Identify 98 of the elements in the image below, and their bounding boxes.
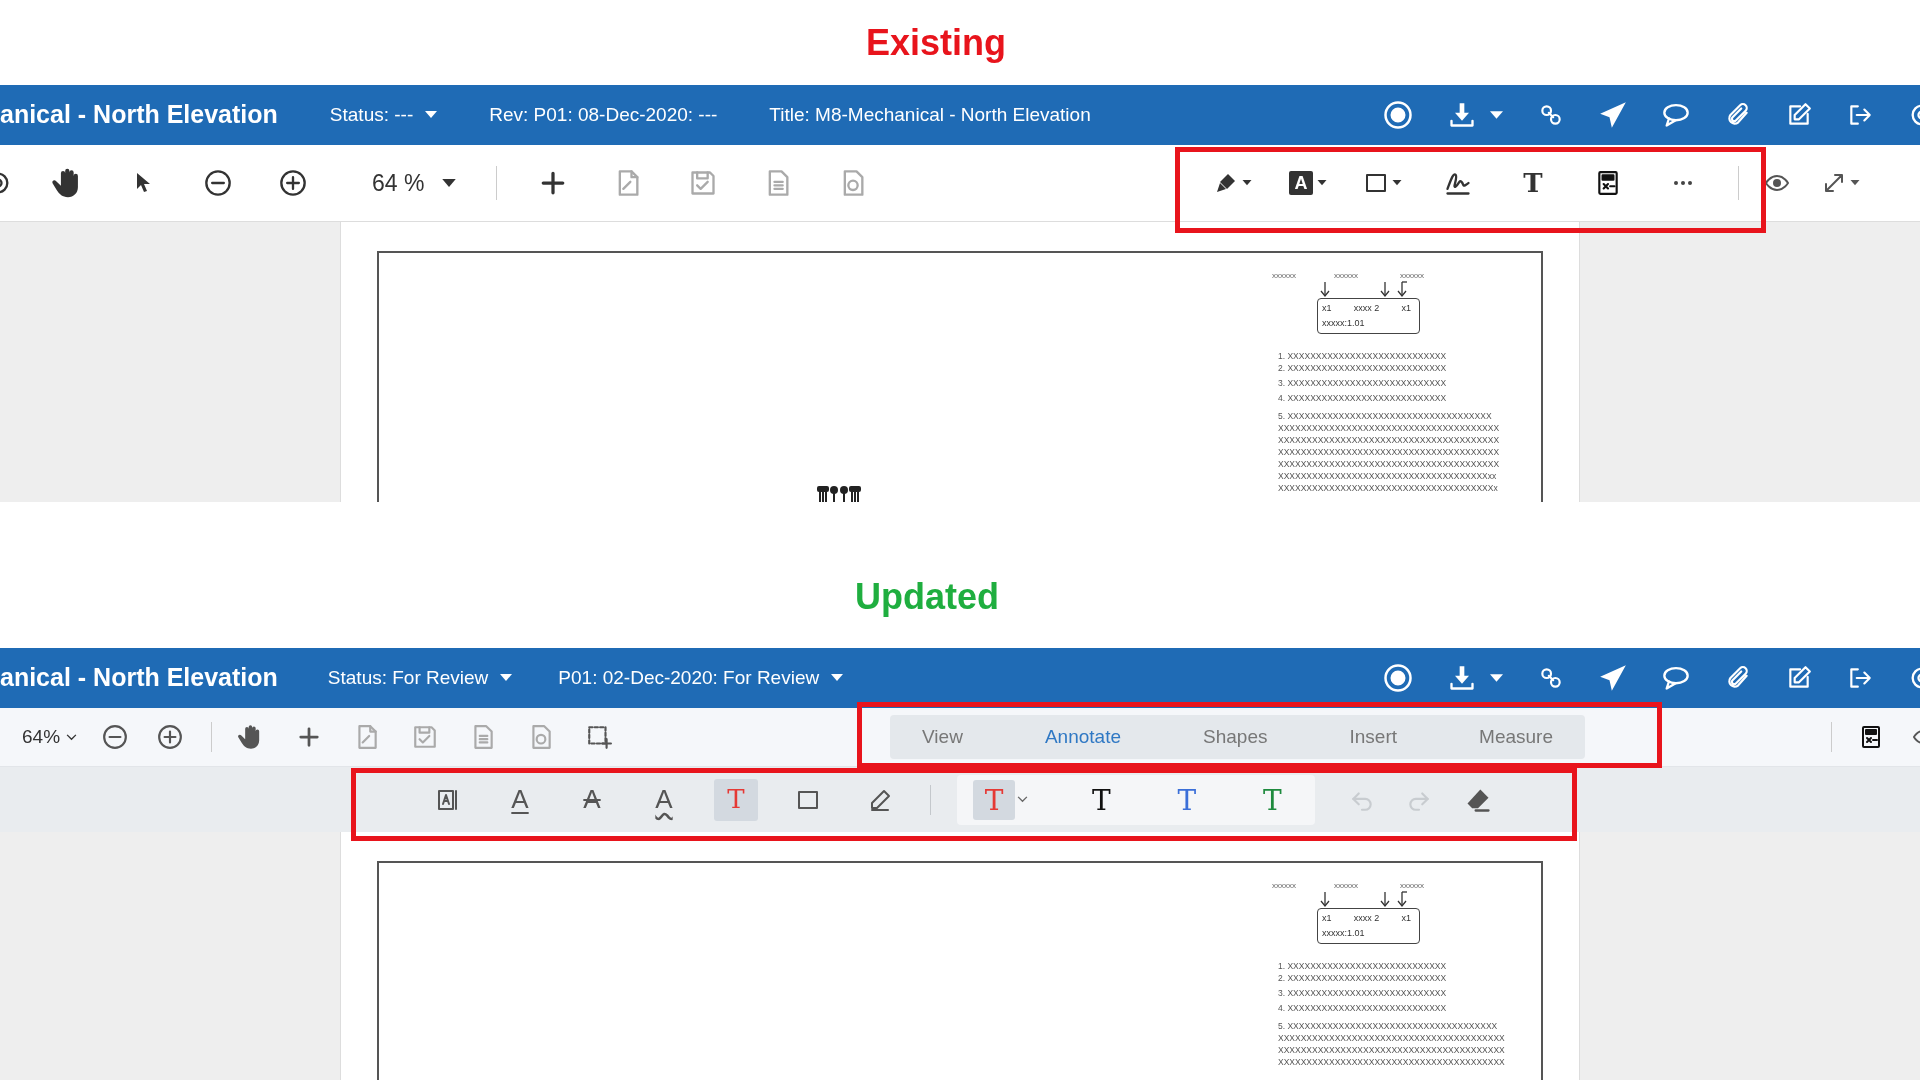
record-icon[interactable] bbox=[1383, 663, 1413, 693]
link-icon[interactable] bbox=[1538, 665, 1564, 691]
caret-icon[interactable] bbox=[1391, 180, 1402, 186]
box-cell-text: x1 bbox=[1401, 912, 1411, 925]
shape-button[interactable] bbox=[1363, 171, 1402, 195]
drawing-note: 5. XXXXXXXXXXXXXXXXXXXXXXXXXXXXXXXXXXXX XXXXXXXXXXXXXXXXXXXXXXXXXXXXXXXXXXXXXXX XXXXXXXXXXXXXXXXXXXXXXXXXXXXXXXXXXXXXXX XXXXXXXXXXXXXXXXXXXXXXXXXXXXXXXXXXXXXXX XXXXXXXXXXXXXXXXXXXXXXXXXXXXXXXXXXXXXXX XXXXXXXXXXXXXXXXXXXXXXXXXXXXXXXXXXXXXxx XXXXXXXXXXXXXXXXXXXXXXXXXXXXXXXXXXXXXXx bbox=[1278, 410, 1500, 494]
text-color-button[interactable]: T bbox=[1080, 779, 1123, 820]
caret-icon[interactable] bbox=[1490, 673, 1503, 683]
field-dropdown[interactable]: Status: --- bbox=[329, 100, 438, 130]
drawing-note: 2. XXXXXXXXXXXXXXXXXXXXXXXXXXXX bbox=[1278, 972, 1447, 984]
exit-icon[interactable] bbox=[1847, 102, 1873, 128]
letter-box-icon: A bbox=[1288, 171, 1313, 195]
zoom-out-icon[interactable] bbox=[203, 169, 232, 197]
download-icon[interactable] bbox=[1448, 101, 1476, 129]
box-cell-text: x1 bbox=[1401, 302, 1411, 315]
drawing-label: xxxxxx bbox=[1400, 271, 1424, 281]
caret-icon[interactable] bbox=[1490, 110, 1503, 120]
plus-icon[interactable] bbox=[539, 170, 566, 196]
ribbon-tab[interactable]: Measure bbox=[1451, 717, 1581, 757]
text-color-button[interactable]: T bbox=[1251, 779, 1294, 820]
zoom-in-icon[interactable] bbox=[156, 724, 183, 750]
chevron-icon[interactable] bbox=[66, 733, 78, 741]
caret-icon[interactable] bbox=[500, 674, 513, 682]
rectangle-icon bbox=[1363, 171, 1388, 195]
down-arrow bbox=[1397, 891, 1408, 908]
chat-icon[interactable] bbox=[1662, 101, 1690, 129]
drawing-label: xxxxxx bbox=[1334, 271, 1358, 281]
drawing-note: 5. XXXXXXXXXXXXXXXXXXXXXXXXXXXXXXXXXXXXX XXXXXXXXXXXXXXXXXXXXXXXXXXXXXXXXXXXXXXXX XXXXXXXXXXXXXXXXXXXXXXXXXXXXXXXXXXXXXXXX XXXXXXXXXXXXXXXXXXXXXXXXXXXXXXXXXXXXXXXX bbox=[1278, 1020, 1505, 1068]
ribbon-tab[interactable]: Insert bbox=[1321, 717, 1426, 757]
record-icon[interactable] bbox=[1383, 100, 1413, 130]
download-icon[interactable] bbox=[1448, 664, 1476, 692]
drawing-label: xxxxxx bbox=[1272, 271, 1296, 281]
chat-icon[interactable] bbox=[1662, 664, 1690, 692]
drawing-note: 3. XXXXXXXXXXXXXXXXXXXXXXXXXXXX bbox=[1278, 987, 1447, 999]
paperclip-icon[interactable] bbox=[1725, 665, 1751, 691]
squiggly-button[interactable]: A bbox=[642, 778, 686, 821]
caret-icon[interactable] bbox=[1316, 180, 1327, 186]
send-icon[interactable] bbox=[1599, 664, 1627, 692]
plus-icon[interactable] bbox=[298, 726, 321, 748]
text-box-icon bbox=[436, 787, 460, 812]
box-cell-text: x1 bbox=[1322, 912, 1332, 925]
drawing-note: 2. XXXXXXXXXXXXXXXXXXXXXXXXXXXX bbox=[1278, 362, 1447, 374]
zoom-out-icon[interactable] bbox=[101, 724, 128, 750]
document-field: Title: M8-Mechanical - North Elevation bbox=[769, 100, 1091, 130]
ribbon-tab[interactable]: View bbox=[894, 717, 991, 757]
underline-button[interactable]: A bbox=[498, 778, 542, 821]
selection-icon[interactable] bbox=[586, 724, 613, 750]
drawing-note: 1. XXXXXXXXXXXXXXXXXXXXXXXXXXXX bbox=[1278, 960, 1447, 972]
paperclip-icon[interactable] bbox=[1725, 102, 1751, 128]
text-style-button[interactable]: A bbox=[1288, 171, 1327, 195]
text-color-button[interactable]: T bbox=[973, 779, 1015, 820]
drawing-title: anical - North Elevation bbox=[0, 99, 278, 131]
caret-icon[interactable] bbox=[425, 111, 438, 119]
down-arrow bbox=[1380, 891, 1390, 908]
drawing-note: 4. XXXXXXXXXXXXXXXXXXXXXXXXXXXX bbox=[1278, 1002, 1447, 1014]
box-ratio: xxxxx:1.01 bbox=[1322, 927, 1365, 940]
box-cell-text: xxxx 2 bbox=[1353, 302, 1380, 315]
pencil-icon bbox=[868, 787, 892, 812]
drawing-label: xxxxxx bbox=[1334, 881, 1358, 891]
caret-icon[interactable] bbox=[831, 674, 844, 682]
zoom-dropdown[interactable]: 64 % bbox=[372, 165, 457, 201]
field-dropdown[interactable]: P01: 02-Dec-2020: For Review bbox=[558, 663, 844, 693]
drawing-note: 4. XXXXXXXXXXXXXXXXXXXXXXXXXXXX bbox=[1278, 392, 1447, 404]
ribbon-tab[interactable]: Annotate bbox=[1016, 717, 1149, 757]
edit-icon[interactable] bbox=[1786, 665, 1812, 691]
down-arrow bbox=[1397, 281, 1408, 298]
ribbon-tab[interactable]: Shapes bbox=[1175, 717, 1296, 757]
text-tool-button[interactable]: T bbox=[1523, 170, 1543, 196]
expand-button[interactable] bbox=[1822, 171, 1861, 195]
caret-icon[interactable] bbox=[1850, 180, 1861, 186]
text-color-button[interactable]: T bbox=[1165, 779, 1208, 820]
down-arrow bbox=[1320, 281, 1330, 298]
edit-icon[interactable] bbox=[1786, 102, 1812, 128]
document-field: Rev: P01: 08-Dec-2020: --- bbox=[489, 100, 718, 130]
field-dropdown[interactable]: Status: For Review bbox=[327, 663, 513, 693]
drawing-note: 3. XXXXXXXXXXXXXXXXXXXXXXXXXXXX bbox=[1278, 377, 1447, 389]
zoom-in-icon[interactable] bbox=[278, 169, 307, 197]
box-ratio: xxxxx:1.01 bbox=[1322, 317, 1365, 330]
drawing-label: xxxxxx bbox=[1400, 881, 1424, 891]
exit-icon[interactable] bbox=[1847, 665, 1873, 691]
drawing-note: 1. XXXXXXXXXXXXXXXXXXXXXXXXXXXX bbox=[1278, 350, 1447, 362]
drawing-title: anical - North Elevation bbox=[0, 662, 278, 694]
send-icon[interactable] bbox=[1599, 101, 1627, 129]
section-heading: Updated bbox=[855, 575, 999, 619]
section-heading: Existing bbox=[866, 20, 1006, 65]
zoom-dropdown[interactable]: 64% bbox=[22, 722, 78, 752]
down-arrow bbox=[1380, 281, 1390, 298]
text-tool-button[interactable]: T bbox=[714, 778, 758, 821]
down-arrow bbox=[1320, 891, 1330, 908]
box-cell-text: xxxx 2 bbox=[1353, 912, 1380, 925]
caret-icon[interactable] bbox=[1241, 180, 1252, 186]
box-cell-text: x1 bbox=[1322, 302, 1332, 315]
caret-icon[interactable] bbox=[442, 178, 457, 188]
strikethrough-button[interactable]: A bbox=[570, 778, 614, 821]
link-icon[interactable] bbox=[1538, 102, 1564, 128]
calculator-icon[interactable] bbox=[1859, 723, 1883, 751]
drawing-label: xxxxxx bbox=[1272, 881, 1296, 891]
chevron-icon[interactable] bbox=[1017, 796, 1028, 803]
